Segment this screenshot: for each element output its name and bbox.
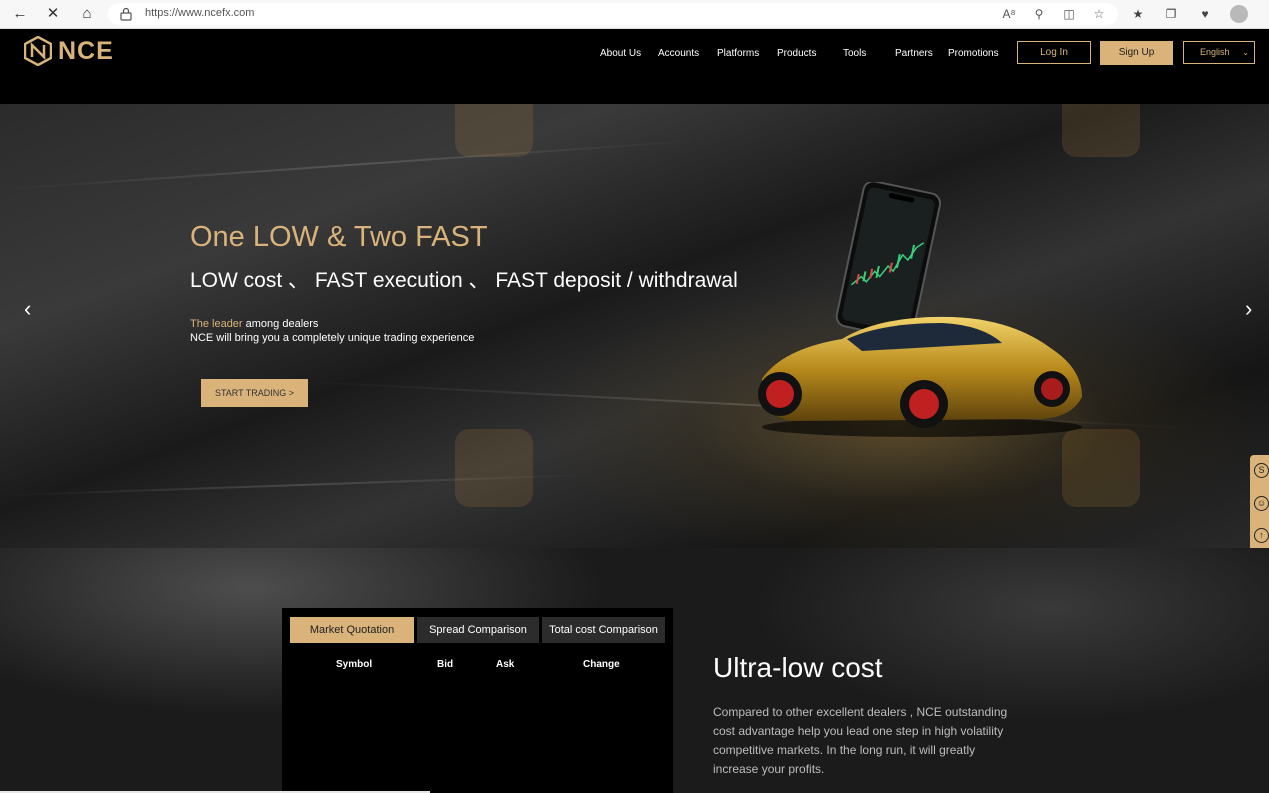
login-button[interactable]: Log In bbox=[1017, 41, 1091, 64]
nav-tools[interactable]: Tools bbox=[843, 48, 866, 59]
nav-about-us[interactable]: About Us bbox=[600, 48, 641, 59]
column-header-change: Change bbox=[583, 659, 620, 670]
support-agent-icon[interactable]: ☺ bbox=[1254, 496, 1269, 511]
hero-description: NCE will bring you a completely unique t… bbox=[190, 332, 475, 344]
split-screen-icon[interactable]: ◫ bbox=[1061, 6, 1077, 22]
zoom-icon[interactable]: ⚲ bbox=[1031, 6, 1047, 22]
background-streak bbox=[0, 139, 700, 191]
performance-icon[interactable]: ♥ bbox=[1196, 5, 1214, 23]
leader-highlight: The leader bbox=[190, 318, 243, 330]
scroll-top-icon[interactable]: ↑ bbox=[1254, 528, 1269, 543]
cost-section: Market Quotation Spread Comparison Total… bbox=[0, 548, 1269, 793]
skype-icon[interactable]: S bbox=[1254, 463, 1269, 478]
tab-market-quotation[interactable]: Market Quotation bbox=[290, 617, 414, 643]
nav-platforms[interactable]: Platforms bbox=[717, 48, 759, 59]
back-arrow-icon[interactable]: ← bbox=[9, 4, 31, 24]
lock-icon bbox=[120, 7, 132, 21]
signup-button[interactable]: Sign Up bbox=[1100, 41, 1173, 65]
quotation-panel: Market Quotation Spread Comparison Total… bbox=[282, 608, 673, 793]
chevron-down-icon: ⌄ bbox=[1242, 48, 1249, 57]
hero-subtitle: LOW cost 、 FAST execution 、 FAST deposit… bbox=[190, 269, 738, 292]
profile-avatar[interactable] bbox=[1230, 5, 1248, 23]
hero-title: One LOW & Two FAST bbox=[190, 221, 488, 253]
column-header-symbol: Symbol bbox=[336, 659, 373, 670]
collections-icon[interactable]: ❐ bbox=[1162, 5, 1180, 23]
language-value: English bbox=[1200, 47, 1230, 57]
url-text: https://www.ncefx.com bbox=[145, 7, 255, 19]
watermark-logo bbox=[1062, 104, 1140, 157]
watermark-logo bbox=[455, 104, 533, 157]
browser-toolbar: ← ✕ ⌂ https://www.ncefx.com A⁸ ⚲ ◫ ☆ ★ ❐… bbox=[0, 0, 1269, 29]
gold-car-image bbox=[758, 316, 1082, 437]
watermark-logo bbox=[455, 429, 533, 507]
nav-partners[interactable]: Partners bbox=[895, 48, 933, 59]
nav-promotions[interactable]: Promotions bbox=[948, 48, 999, 59]
favorite-icon[interactable]: ☆ bbox=[1091, 6, 1107, 22]
hero-banner: ‹ › One LOW & Two FAST LOW cost 、 FAST e… bbox=[0, 104, 1269, 548]
start-trading-button[interactable]: START TRADING > bbox=[201, 379, 308, 407]
address-bar[interactable]: https://www.ncefx.com A⁸ ⚲ ◫ ☆ bbox=[108, 3, 1118, 25]
nav-products[interactable]: Products bbox=[777, 48, 816, 59]
home-icon[interactable]: ⌂ bbox=[76, 4, 98, 24]
nce-logo-icon bbox=[24, 36, 52, 66]
leader-rest: among dealers bbox=[242, 318, 319, 330]
logo-text: NCE bbox=[58, 36, 114, 65]
tab-spread-comparison[interactable]: Spread Comparison bbox=[417, 617, 539, 643]
read-aloud-icon[interactable]: A⁸ bbox=[1001, 6, 1017, 22]
favorites-list-icon[interactable]: ★ bbox=[1129, 5, 1147, 23]
carousel-prev-icon[interactable]: ‹ bbox=[24, 298, 40, 320]
tab-total-cost-comparison[interactable]: Total cost Comparison bbox=[542, 617, 665, 643]
site-logo[interactable]: NCE bbox=[24, 35, 114, 67]
stop-icon[interactable]: ✕ bbox=[42, 4, 64, 24]
nav-accounts[interactable]: Accounts bbox=[658, 48, 699, 59]
watermark-logo bbox=[1062, 429, 1140, 507]
column-header-ask: Ask bbox=[496, 659, 515, 670]
language-select[interactable]: English ⌄ bbox=[1183, 41, 1255, 64]
ultra-low-cost-title: Ultra-low cost bbox=[713, 652, 883, 683]
floating-tools: S ☺ ↑ bbox=[1250, 455, 1269, 552]
carousel-next-icon[interactable]: › bbox=[1245, 298, 1261, 320]
ultra-low-cost-text: Compared to other excellent dealers , NC… bbox=[713, 705, 1008, 776]
site-header: NCE About Us Accounts Platforms Products… bbox=[0, 29, 1269, 104]
hero-leader-line: The leader among dealers bbox=[190, 318, 318, 330]
column-header-bid: Bid bbox=[437, 659, 454, 670]
